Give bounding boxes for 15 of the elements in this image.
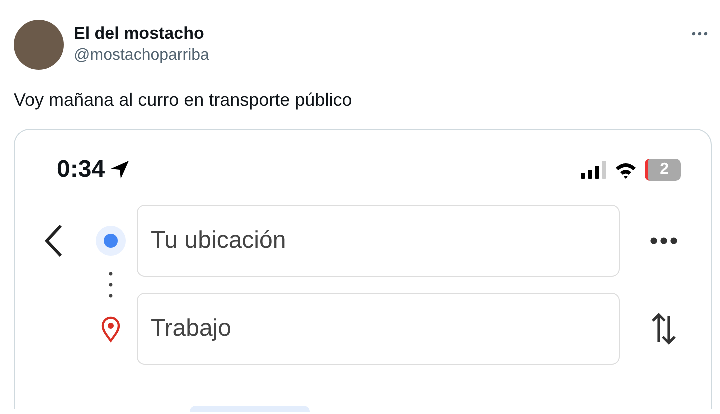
- status-time: 0:34: [57, 156, 106, 184]
- wifi-icon: [615, 162, 638, 178]
- dotted-line-icon: [109, 272, 113, 298]
- origin-dot-icon: [96, 226, 126, 256]
- more-options-button[interactable]: [648, 237, 680, 245]
- signal-icon: [581, 160, 608, 180]
- post-text: Voy mañana al curro en transporte público: [14, 89, 354, 112]
- avatar[interactable]: [14, 20, 64, 70]
- more-icon[interactable]: [692, 32, 708, 36]
- author-name[interactable]: El del mostacho: [74, 23, 210, 45]
- destination-field[interactable]: Trabajo: [137, 293, 620, 365]
- location-arrow-icon: [109, 159, 132, 181]
- author-handle[interactable]: @mostachoparriba: [74, 45, 210, 67]
- origin-field[interactable]: Tu ubicación: [137, 205, 620, 277]
- battery-indicator: 2: [645, 159, 681, 181]
